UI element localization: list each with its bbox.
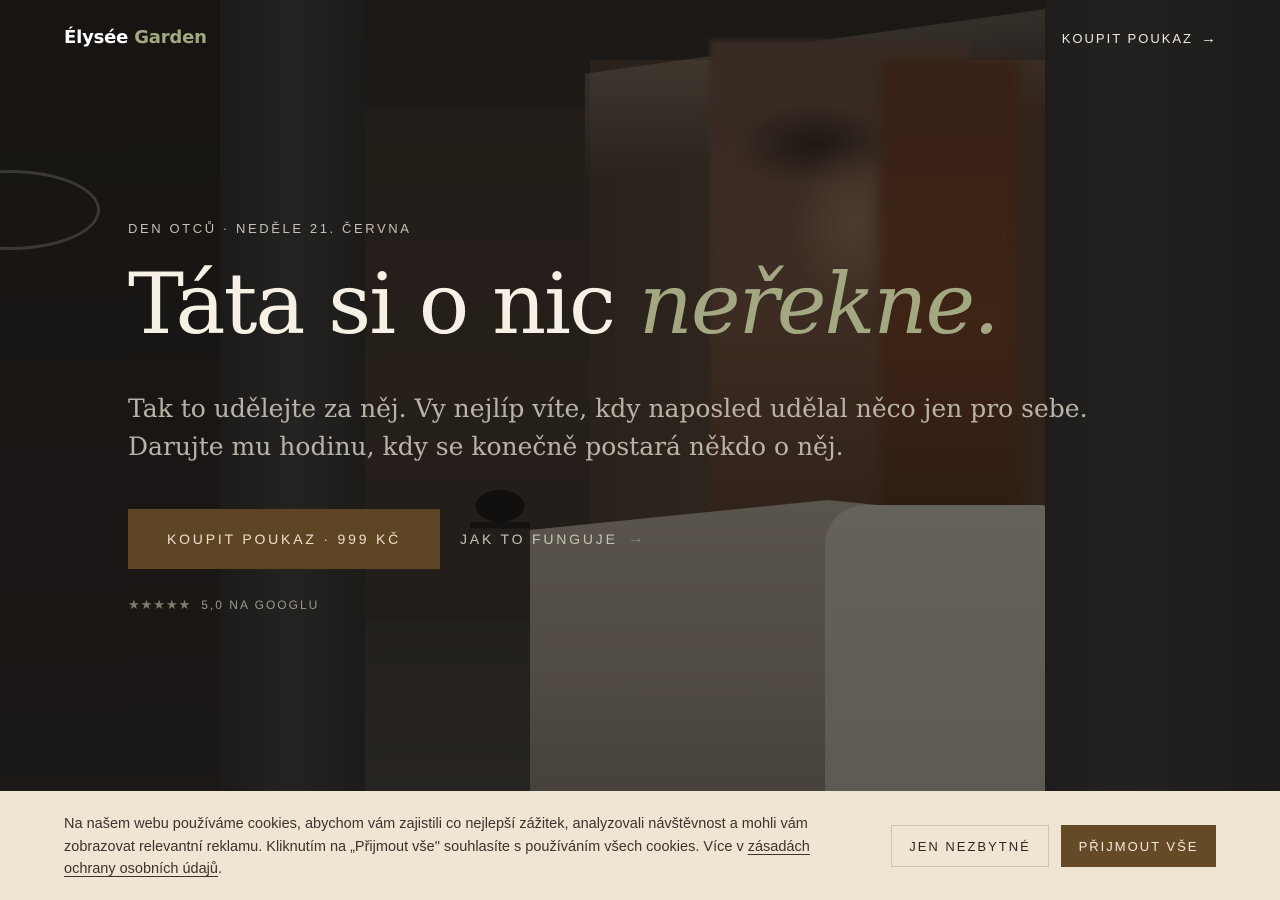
how-it-works-link[interactable]: JAK TO FUNGUJE → bbox=[460, 530, 644, 548]
cookie-consent-bar: Na našem webu používáme cookies, abychom… bbox=[0, 791, 1280, 900]
cookie-suffix: . bbox=[217, 861, 223, 877]
accept-all-button[interactable]: PŘIJMOUT VŠE bbox=[1061, 825, 1216, 867]
how-it-works-label: JAK TO FUNGUJE bbox=[460, 531, 618, 547]
cookie-message: Na našem webu používáme cookies, abychom… bbox=[64, 816, 808, 855]
headline-emphasis: neřekne. bbox=[638, 255, 1000, 353]
cookie-text: Na našem webu používáme cookies, abychom… bbox=[64, 813, 854, 881]
hero-eyebrow: DEN OTCŮ · NEDĚLE 21. ČERVNA bbox=[128, 221, 412, 236]
buy-voucher-button[interactable]: KOUPIT POUKAZ · 999 KČ bbox=[128, 509, 440, 569]
hero-headline: Táta si o nic neřekne. bbox=[128, 255, 1000, 353]
header-cta-label: KOUPIT POUKAZ bbox=[1061, 31, 1193, 46]
arrow-right-icon: → bbox=[627, 530, 644, 547]
logo-accent: Garden bbox=[134, 27, 207, 48]
hero-subtext: Tak to udělejte za něj. Vy nejlíp víte, … bbox=[128, 394, 1088, 461]
arrow-right-icon: → bbox=[1201, 30, 1216, 47]
headline-main: Táta si o nic bbox=[128, 255, 639, 353]
logo-primary: Élysée bbox=[64, 27, 129, 48]
rating-text: 5,0 NA GOOGLU bbox=[201, 598, 320, 612]
site-logo[interactable]: Élysée Garden bbox=[64, 27, 207, 48]
necessary-only-button[interactable]: JEN NEZBYTNÉ bbox=[891, 825, 1049, 867]
header-buy-voucher-link[interactable]: KOUPIT POUKAZ → bbox=[1062, 30, 1216, 47]
google-rating: ★★★★★ 5,0 NA GOOGLU bbox=[128, 597, 319, 613]
star-icon: ★★★★★ bbox=[128, 597, 192, 612]
